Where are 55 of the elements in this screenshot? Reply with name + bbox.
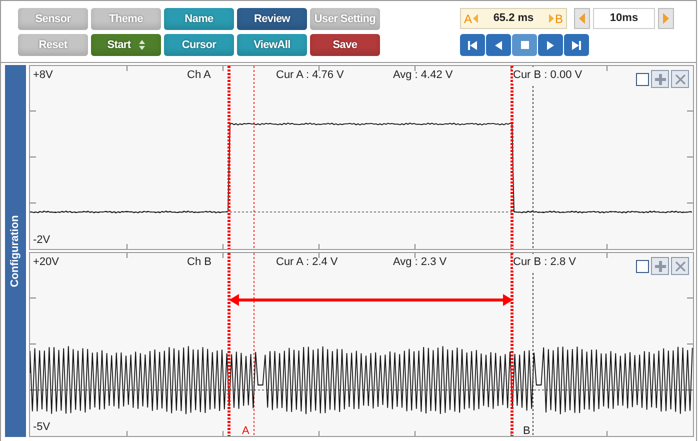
toolbar-button[interactable]: ViewAll: [237, 34, 307, 56]
cursor-a-label: A: [464, 10, 472, 28]
left-arrow-icon: [579, 13, 585, 24]
side-tab[interactable]: Configuration: [5, 65, 26, 437]
cursor-a-marker: A: [242, 424, 250, 438]
toolbar-button[interactable]: Name: [164, 8, 234, 30]
toolbar-button[interactable]: Review: [237, 8, 307, 30]
close-icon: [674, 74, 686, 84]
cursor-b-reading: Cur B : 0.00 V: [513, 67, 582, 84]
cursor-a-reading: Cur A : 2.4 V: [276, 255, 338, 270]
skip-back-icon: [468, 40, 477, 50]
plus-icon: [654, 74, 666, 84]
toolbar-button[interactable]: Reset: [18, 34, 88, 56]
start-select[interactable]: Start: [91, 34, 161, 56]
channel-checkbox[interactable]: [636, 72, 649, 86]
right-arrow-icon: [663, 13, 669, 24]
stop-icon: [520, 41, 528, 49]
decrease-button[interactable]: [574, 8, 590, 29]
playback-button[interactable]: [538, 34, 563, 56]
cursor-a-reading: Cur A : 4.76 V: [276, 68, 344, 83]
average-reading: Avg : 2.3 V: [393, 255, 447, 270]
toolbar-button[interactable]: Save: [310, 34, 380, 56]
playback-button[interactable]: [512, 34, 537, 56]
interval-value: 65.2 ms: [492, 11, 535, 26]
axis-max-label: +20V: [33, 255, 59, 270]
side-tab-label: Configuration: [8, 214, 22, 288]
axis-min-label: -5V: [33, 420, 50, 434]
axis-max-label: +8V: [33, 68, 53, 83]
playback-button[interactable]: [564, 34, 589, 56]
spinner-icon: [138, 40, 145, 50]
channel-checkbox[interactable]: [636, 260, 649, 272]
time-scale-field[interactable]: 10ms: [593, 8, 655, 29]
close-button[interactable]: [671, 257, 689, 275]
toolbar-button[interactable]: Cursor: [164, 34, 234, 56]
axis-min-label: -2V: [33, 232, 50, 248]
cursor-b-reading: Cur B : 2.8 V: [513, 254, 576, 270]
playback-button[interactable]: [460, 34, 485, 56]
right-arrow-icon: [548, 14, 554, 23]
toolbar-button[interactable]: Theme: [91, 8, 161, 30]
close-icon: [674, 260, 686, 272]
channel-name: Ch A: [187, 68, 211, 83]
cursor-b-label: B: [554, 10, 563, 28]
increase-button[interactable]: [658, 8, 674, 29]
play-back-icon: [495, 40, 502, 50]
plus-icon: [654, 260, 666, 272]
cursor-b-marker: B: [523, 424, 530, 438]
left-arrow-icon: [473, 14, 478, 23]
close-button[interactable]: [671, 70, 689, 88]
play-icon: [547, 40, 554, 50]
channel-name: Ch B: [187, 255, 212, 270]
skip-forward-icon: [572, 40, 581, 50]
toolbar-button[interactable]: User Setting: [310, 8, 380, 30]
average-reading: Avg : 4.42 V: [393, 68, 453, 83]
toolbar-button[interactable]: Sensor: [18, 8, 88, 30]
playback-button[interactable]: [486, 34, 511, 56]
